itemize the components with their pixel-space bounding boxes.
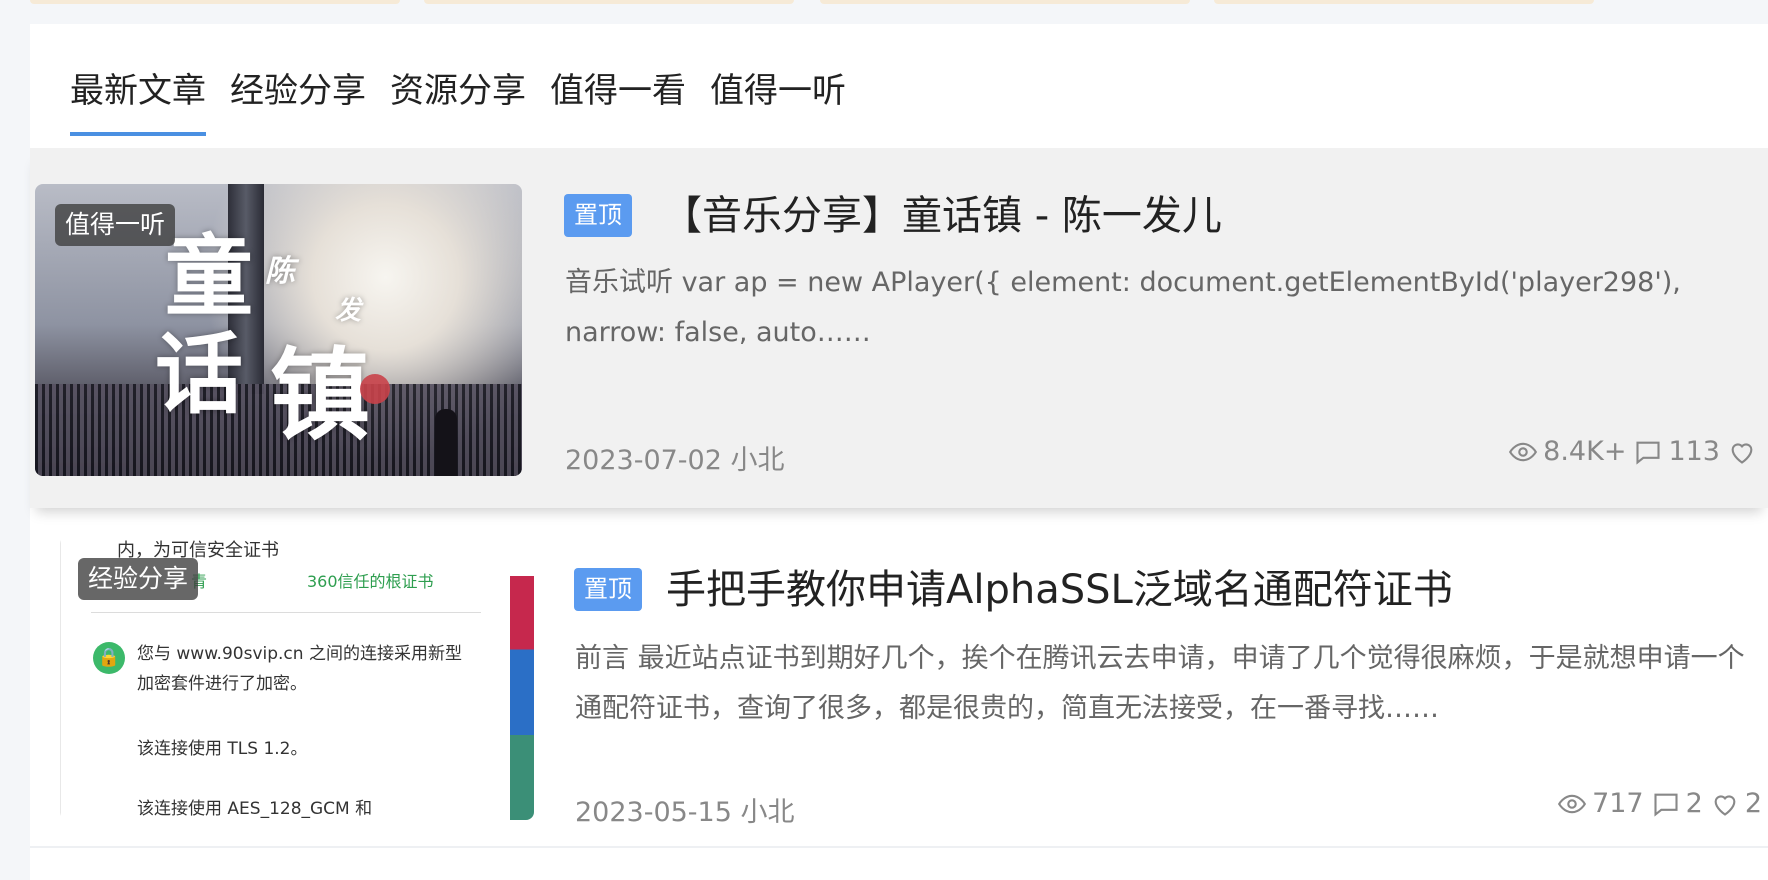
tab-experience[interactable]: 经验分享: [230, 64, 366, 132]
cert-text: 该连接使用 AES_128_GCM 和: [137, 799, 373, 819]
view-count: 8.4K+: [1543, 436, 1627, 467]
post-excerpt: 前言 最近站点证书到期好几个，挨个在腾讯云去申请，申请了几个觉得很麻烦，于是就想…: [575, 643, 1745, 724]
top-strip: [0, 0, 1768, 24]
poster-glyph: 镇: [270, 336, 370, 454]
cert-divider: [91, 612, 481, 613]
post-stats: 8.4K+ 113: [1501, 436, 1762, 467]
tab-resources[interactable]: 资源分享: [390, 64, 526, 132]
lock-icon: 🔒: [93, 642, 125, 674]
cert-text: 您与 www.90svip.cn 之间的连接采用新型加密套件进行了加密。: [137, 644, 462, 694]
card-edge: [820, 0, 1190, 4]
post-date-author: 2023-05-15 小北: [575, 797, 795, 828]
card-edge: [1214, 0, 1594, 4]
post-stats: 717 2 2: [1550, 788, 1762, 819]
heart-icon[interactable]: [1728, 438, 1756, 466]
category-tabs: 最新文章 经验分享 资源分享 值得一看 值得一听: [70, 64, 870, 160]
post-date-author: 2023-07-02 小北: [565, 445, 785, 476]
pinned-badge: 置顶: [564, 194, 632, 238]
pinned-badge: 置顶: [574, 568, 642, 612]
cert-trust-text: 360信任的根证书: [307, 572, 434, 591]
poster-glyph: 发: [335, 296, 362, 326]
like-count: 2: [1744, 788, 1762, 819]
tab-latest[interactable]: 最新文章: [70, 64, 206, 137]
eye-icon: [1509, 438, 1538, 466]
post-title[interactable]: 手把手教你申请AlphaSSL泛域名通配符证书: [666, 566, 1453, 614]
tab-worth-watching[interactable]: 值得一看: [550, 64, 686, 132]
cert-edge-strip: [510, 536, 534, 820]
post-item[interactable]: 内，为可信安全证书 青 360信任的根证书 🔒 您与 www.90svip.cn…: [30, 528, 1768, 848]
comment-count: 113: [1668, 436, 1720, 467]
post-thumbnail[interactable]: 内，为可信安全证书 青 360信任的根证书 🔒 您与 www.90svip.cn…: [60, 536, 534, 820]
comment-count: 2: [1685, 788, 1703, 819]
post-thumbnail[interactable]: 童 话 镇 陈 发 值得一听: [35, 184, 522, 476]
comment-icon: [1634, 438, 1662, 466]
singer-silhouette: [435, 409, 457, 476]
poster-dot: [360, 374, 390, 404]
card-edge: [30, 0, 400, 4]
comment-icon: [1652, 790, 1680, 818]
post-excerpt: 音乐试听 var ap = new APlayer({ element: doc…: [565, 267, 1681, 348]
poster-glyph: 陈: [265, 254, 295, 289]
category-badge[interactable]: 值得一听: [55, 204, 176, 246]
category-badge[interactable]: 经验分享: [78, 558, 199, 600]
view-count: 717: [1592, 788, 1644, 819]
article-panel: 最新文章 经验分享 资源分享 值得一看 值得一听 童 话 镇 陈 发 值得一听 …: [30, 24, 1768, 880]
heart-icon[interactable]: [1711, 790, 1739, 818]
cert-text: 该连接使用 TLS 1.2。: [137, 739, 308, 759]
poster-glyph: 话: [155, 322, 244, 426]
post-title[interactable]: 【音乐分享】童话镇 - 陈一发儿: [662, 192, 1222, 240]
tab-worth-listening[interactable]: 值得一听: [710, 64, 846, 132]
post-item[interactable]: 童 话 镇 陈 发 值得一听 置顶 【音乐分享】童话镇 - 陈一发儿 音乐试听 …: [30, 148, 1768, 508]
eye-icon: [1558, 790, 1587, 818]
card-edge: [424, 0, 794, 4]
